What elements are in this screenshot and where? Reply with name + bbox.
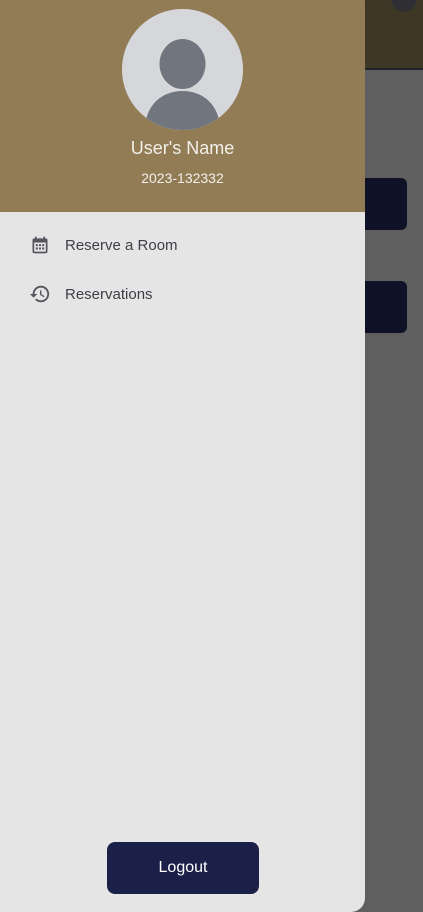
menu-item-label: Reservations [65, 285, 153, 303]
user-id: 2023-132332 [141, 170, 224, 186]
avatar [122, 9, 243, 130]
menu-item-reserve-room[interactable]: Reserve a Room [0, 225, 365, 265]
navigation-drawer: User's Name 2023-132332 Reserve a Room R… [0, 0, 365, 912]
drawer-header: User's Name 2023-132332 [0, 0, 365, 212]
menu-item-label: Reserve a Room [65, 236, 178, 254]
user-name: User's Name [130, 138, 235, 158]
calendar-icon [29, 234, 51, 256]
logout-button[interactable]: Logout [107, 842, 259, 894]
person-icon [122, 9, 243, 130]
history-icon [29, 283, 51, 305]
background-avatar [391, 0, 417, 12]
menu-item-reservations[interactable]: Reservations [0, 274, 365, 314]
